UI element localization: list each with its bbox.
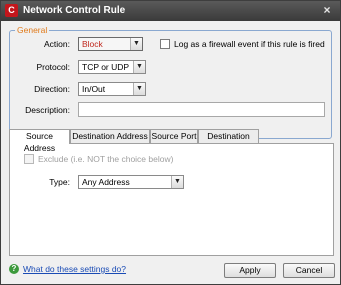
description-input[interactable] bbox=[78, 102, 325, 117]
type-value: Any Address bbox=[82, 177, 130, 187]
exclude-checkbox[interactable] bbox=[24, 154, 34, 164]
general-group-label: General bbox=[15, 25, 50, 35]
action-select[interactable]: Block ▼ bbox=[78, 37, 143, 51]
exclude-label: Exclude (i.e. NOT the choice below) bbox=[38, 154, 174, 164]
direction-select[interactable]: In/Out ▼ bbox=[78, 82, 146, 96]
log-firewall-event-checkbox[interactable] bbox=[160, 39, 170, 49]
direction-label: Direction: bbox=[34, 84, 70, 94]
description-label: Description: bbox=[25, 105, 70, 115]
tab-destination-port[interactable]: Destination Port bbox=[198, 129, 259, 153]
protocol-value: TCP or UDP bbox=[82, 62, 130, 72]
apply-button[interactable]: Apply bbox=[224, 263, 276, 278]
cancel-button[interactable]: Cancel bbox=[283, 263, 335, 278]
type-select[interactable]: Any Address ▼ bbox=[78, 175, 184, 189]
source-address-panel: Exclude (i.e. NOT the choice below) Type… bbox=[9, 143, 334, 256]
direction-value: In/Out bbox=[82, 84, 106, 94]
title-bar: C Network Control Rule × bbox=[1, 1, 340, 21]
help-link[interactable]: What do these settings do? bbox=[23, 264, 126, 274]
chevron-down-icon: ▼ bbox=[133, 83, 145, 95]
protocol-select[interactable]: TCP or UDP ▼ bbox=[78, 60, 146, 74]
chevron-down-icon: ▼ bbox=[171, 176, 183, 188]
protocol-label: Protocol: bbox=[36, 62, 70, 72]
close-icon[interactable]: × bbox=[320, 3, 334, 17]
window-title: Network Control Rule bbox=[23, 5, 126, 16]
general-group: General Action: Block ▼ Log as a firewal… bbox=[9, 25, 332, 139]
type-label: Type: bbox=[49, 177, 70, 187]
action-label: Action: bbox=[44, 39, 70, 49]
comodo-logo-icon: C bbox=[5, 4, 18, 17]
tab-source-address[interactable]: Source Address bbox=[9, 129, 70, 153]
tab-destination-address[interactable]: Destination Address bbox=[70, 129, 150, 143]
chevron-down-icon: ▼ bbox=[130, 38, 142, 50]
chevron-down-icon: ▼ bbox=[133, 61, 145, 73]
dialog-content: General Action: Block ▼ Log as a firewal… bbox=[2, 21, 339, 284]
network-control-rule-dialog: C Network Control Rule × General Action:… bbox=[0, 0, 341, 285]
log-firewall-event-label: Log as a firewall event if this rule is … bbox=[174, 39, 325, 49]
help-icon: ? bbox=[9, 264, 19, 274]
action-value: Block bbox=[82, 39, 103, 49]
tab-source-port[interactable]: Source Port bbox=[150, 129, 198, 143]
